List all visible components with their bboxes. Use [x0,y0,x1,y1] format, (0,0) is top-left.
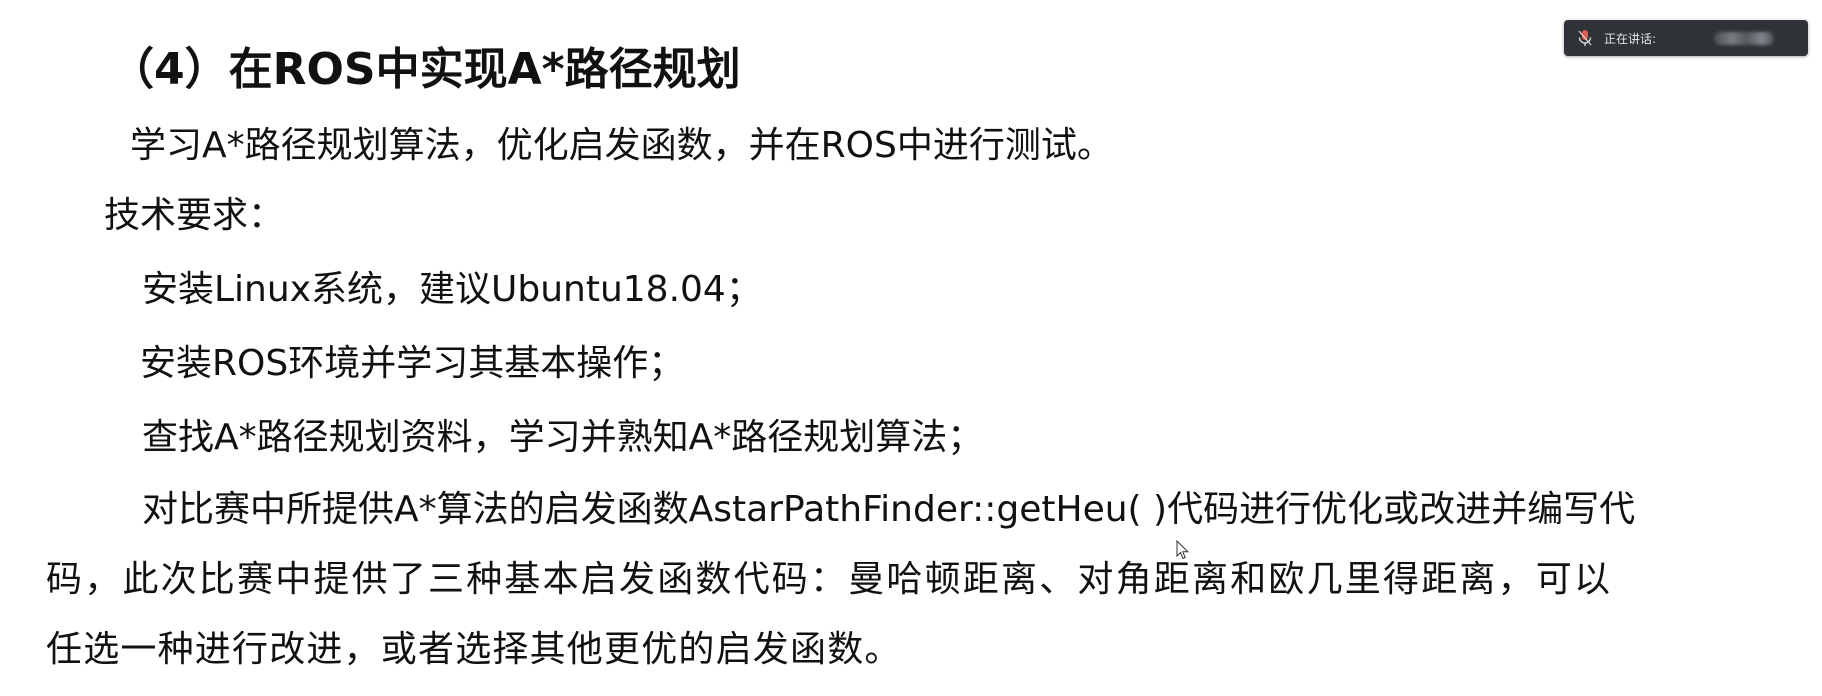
requirement-item-heuristic-end: 任选一种进行改进，或者选择其他更优的启发函数。 [46,629,902,670]
requirement-item-heuristic: 对比赛中所提供A*算法的启发函数AstarPathFinder::getHeu(… [142,489,1636,530]
mouse-cursor-icon [1176,540,1190,560]
speaking-label: 正在讲话: [1604,31,1657,46]
requirement-item-ros: 安装ROS环境并学习其基本操作； [140,343,685,384]
requirement-item-linux: 安装Linux系统，建议Ubuntu18.04； [142,269,762,310]
requirement-item-heuristic-continued: 码，此次比赛中提供了三种基本启发函数代码：曼哈顿距离、对角距离和欧几里得距离，可… [46,559,1613,600]
presentation-slide: （4）在ROS中实现A*路径规划 学习A*路径规划算法，优化启发函数，并在ROS… [0,0,1822,696]
speaker-name-obscured [1714,32,1774,45]
slide-intro-text: 学习A*路径规划算法，优化启发函数，并在ROS中进行测试。 [130,125,1113,166]
speaking-indicator[interactable]: 正在讲话: [1564,20,1808,56]
requirement-item-astar-study: 查找A*路径规划资料，学习并熟知A*路径规划算法； [142,417,984,458]
microphone-icon [1574,27,1596,49]
requirements-heading: 技术要求： [104,195,285,236]
slide-heading: （4）在ROS中实现A*路径规划 [110,44,741,95]
